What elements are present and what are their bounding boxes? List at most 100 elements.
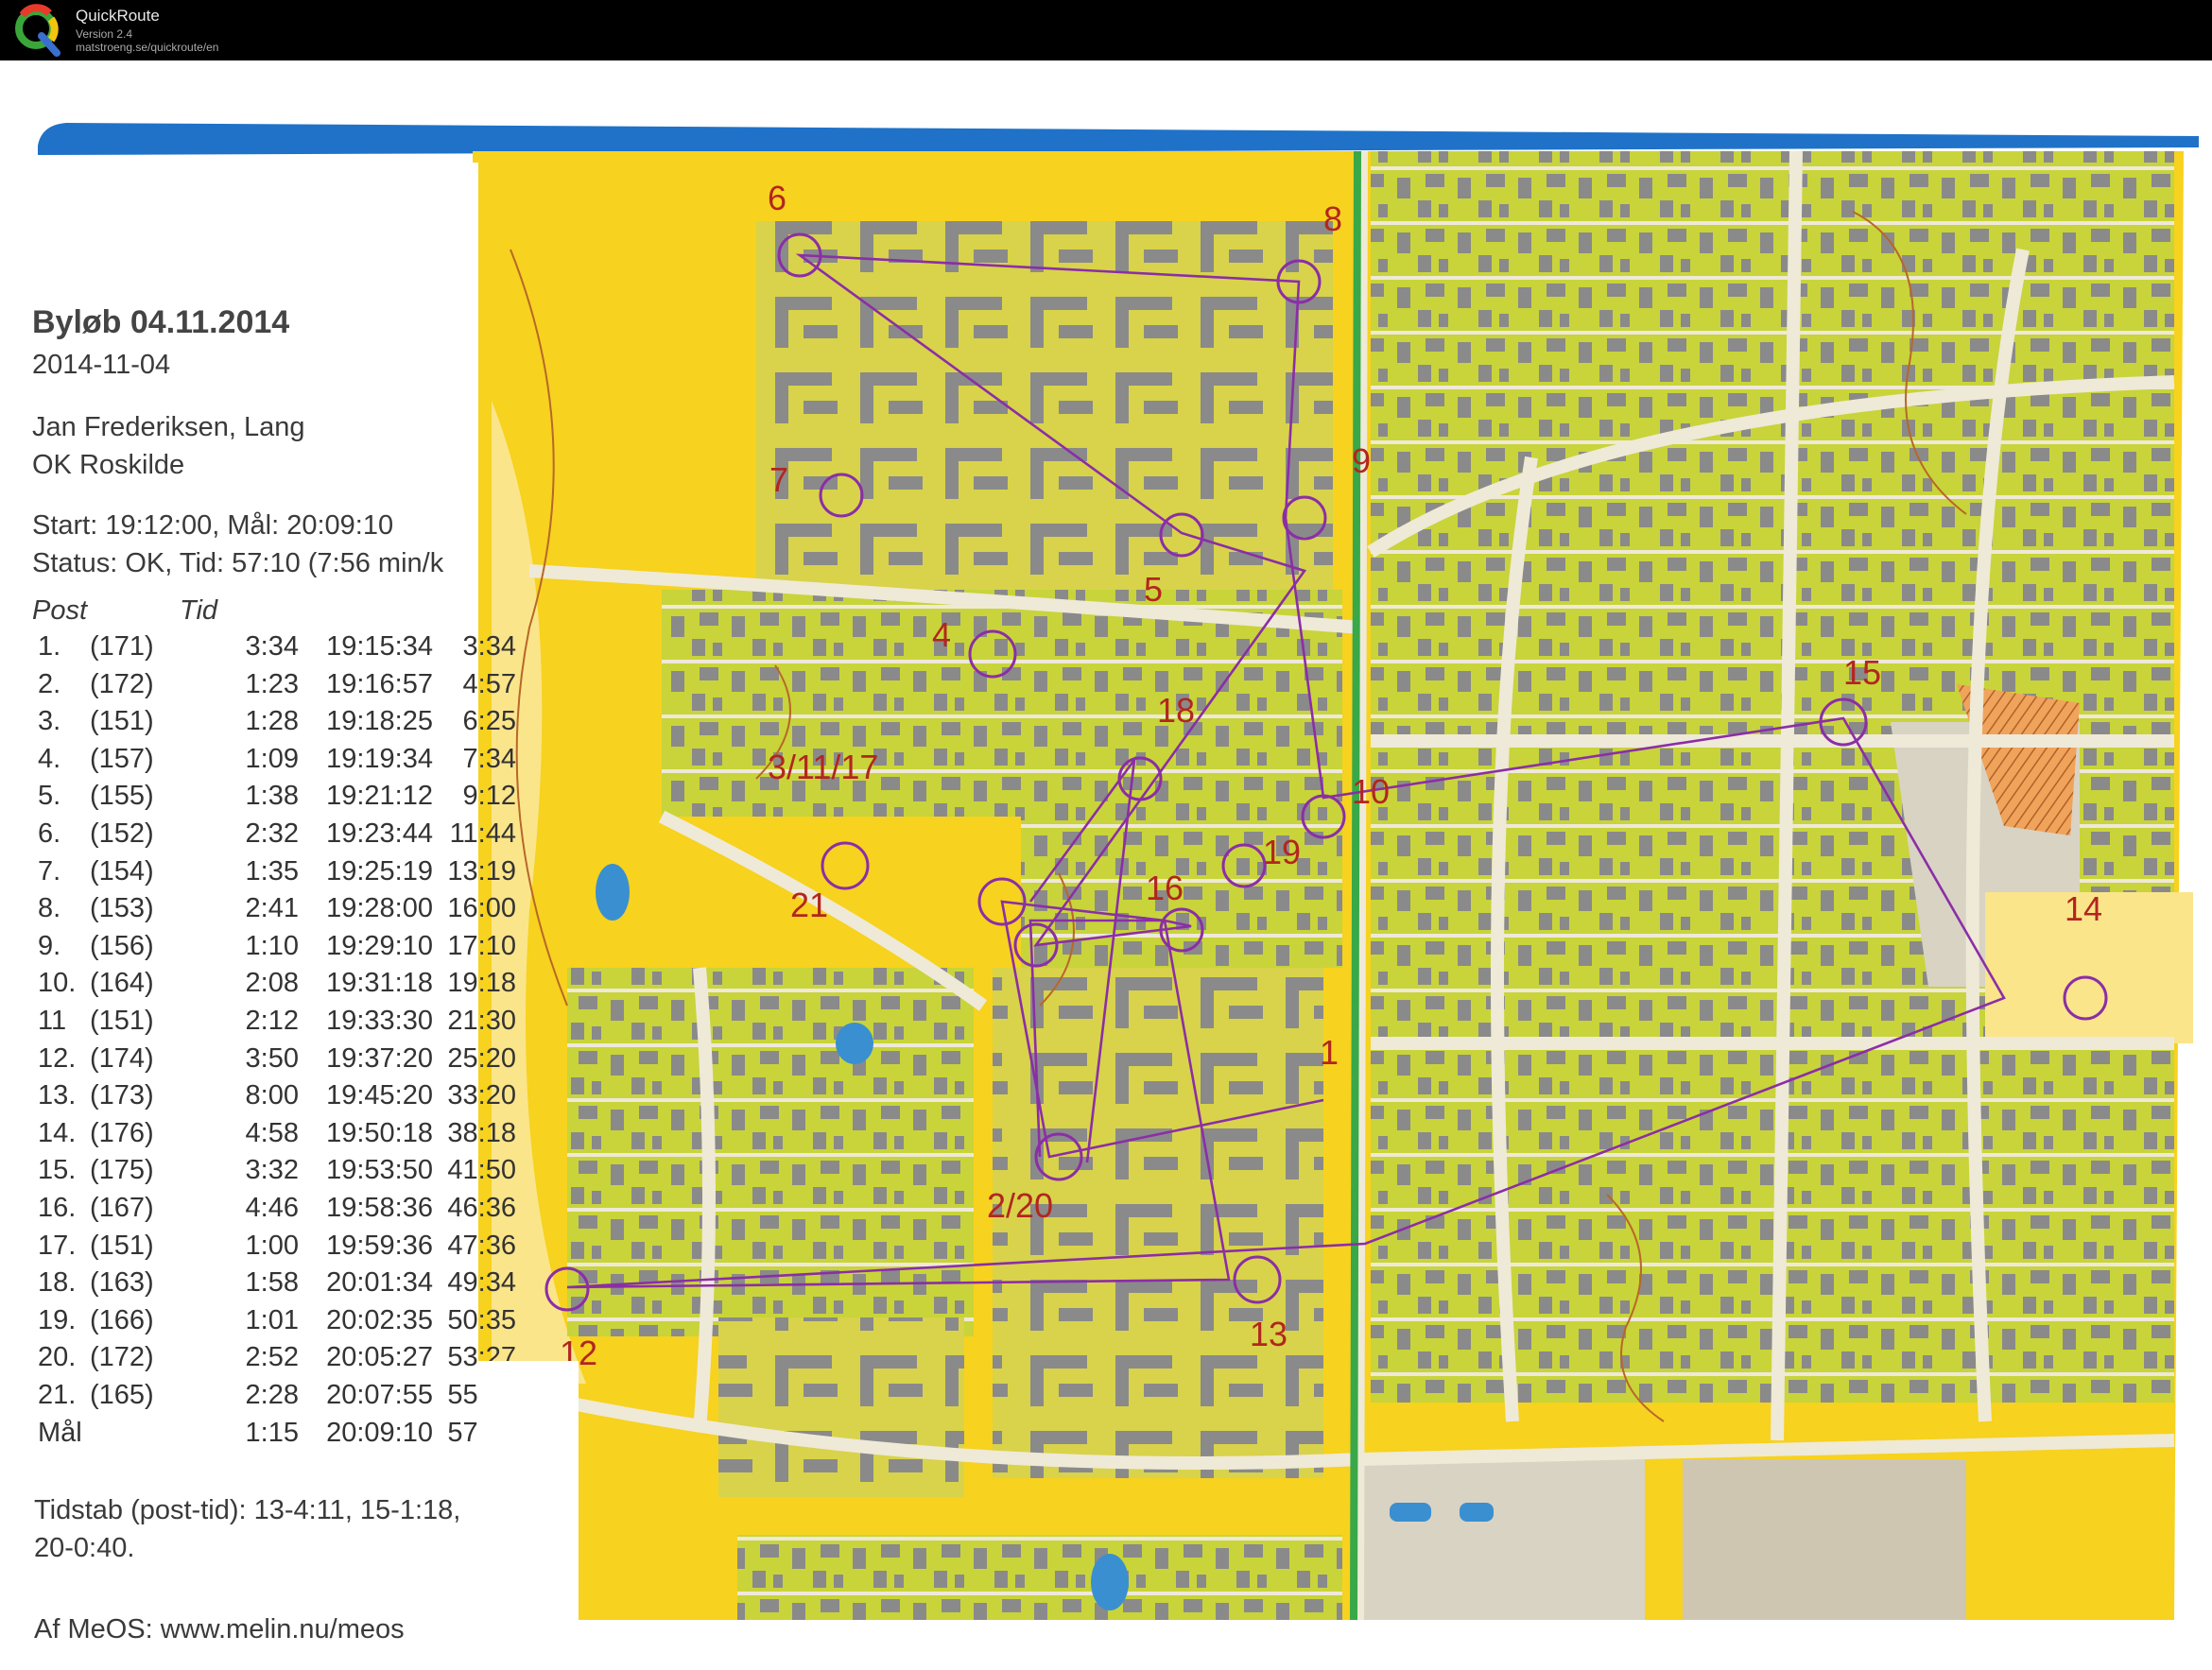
split-elapsed: 41:50 — [447, 1155, 516, 1186]
svg-text:1: 1 — [1320, 1033, 1339, 1072]
split-clock: 19:53:50 — [326, 1155, 433, 1186]
svg-text:8: 8 — [1323, 199, 1342, 238]
header-post: Post — [32, 595, 88, 626]
split-code: (151) — [90, 1006, 154, 1036]
split-code: (155) — [90, 781, 154, 812]
split-code: (151) — [90, 706, 154, 737]
split-clock: 19:28:00 — [326, 893, 433, 924]
split-code: (165) — [90, 1380, 154, 1410]
split-label: Mål — [38, 1417, 82, 1448]
split-label: 5. — [38, 781, 61, 812]
split-code: (151) — [90, 1230, 154, 1261]
split-label: 16. — [38, 1193, 77, 1223]
split-clock: 19:21:12 — [326, 781, 433, 812]
svg-text:16: 16 — [1146, 869, 1184, 907]
club-name: OK Roskilde — [32, 450, 185, 480]
split-label: 4. — [38, 743, 61, 774]
split-code: (172) — [90, 1342, 154, 1373]
split-label: 20. — [38, 1342, 77, 1373]
split-clock: 20:02:35 — [326, 1304, 433, 1335]
split-elapsed: 3:34 — [462, 631, 516, 662]
split-code: (172) — [90, 668, 154, 699]
app-version: Version 2.4 — [76, 27, 133, 41]
svg-text:14: 14 — [2065, 889, 2102, 928]
split-elapsed: 4:57 — [462, 668, 516, 699]
split-clock: 19:37:20 — [326, 1042, 433, 1074]
split-clock: 19:45:20 — [326, 1080, 433, 1111]
split-label: 11 — [38, 1006, 67, 1036]
split-elapsed: 46:36 — [447, 1193, 516, 1223]
split-label: 12. — [38, 1042, 77, 1074]
split-clock: 20:07:55 — [326, 1380, 433, 1410]
split-clock: 19:16:57 — [326, 668, 433, 699]
split-elapsed: 33:20 — [447, 1080, 516, 1111]
split-label: 9. — [38, 930, 61, 961]
split-clock: 19:59:36 — [326, 1230, 433, 1261]
split-code: (174) — [90, 1042, 154, 1074]
split-elapsed: 7:34 — [462, 743, 516, 774]
split-elapsed: 9:12 — [462, 781, 516, 812]
time-loss-line-2: 20-0:40. — [34, 1533, 135, 1563]
split-clock: 20:09:10 — [326, 1417, 433, 1448]
split-clock: 19:58:36 — [326, 1193, 433, 1223]
car-park — [1683, 1459, 1966, 1620]
split-label: 17. — [38, 1230, 77, 1261]
split-code: (176) — [90, 1117, 154, 1148]
split-clock: 20:05:27 — [326, 1342, 433, 1373]
status-line: Status: OK, Tid: 57:10 (7:56 min/k — [32, 548, 444, 578]
residential-north — [756, 221, 1333, 590]
split-clock: 19:25:19 — [326, 855, 433, 887]
split-clock: 19:33:30 — [326, 1006, 433, 1036]
split-elapsed: 17:10 — [447, 930, 516, 961]
split-code: (175) — [90, 1155, 154, 1186]
split-elapsed: 47:36 — [447, 1230, 516, 1261]
svg-text:3/11/17: 3/11/17 — [768, 748, 878, 786]
split-code: (152) — [90, 818, 154, 849]
split-elapsed: 6:25 — [462, 706, 516, 737]
panel-extension — [478, 1361, 579, 1670]
app-title: QuickRoute — [76, 7, 160, 25]
split-label: 3. — [38, 706, 61, 737]
split-code: (157) — [90, 743, 154, 774]
split-elapsed: 25:20 — [447, 1042, 516, 1074]
split-code: (156) — [90, 930, 154, 961]
meos-footer: Af MeOS: www.melin.nu/meos — [34, 1614, 405, 1644]
event-title: Byløb 04.11.2014 — [32, 304, 290, 340]
split-label: 6. — [38, 818, 61, 849]
split-elapsed: 21:30 — [447, 1006, 516, 1036]
svg-text:21: 21 — [790, 886, 828, 924]
split-elapsed: 13:19 — [447, 855, 516, 887]
split-code: (154) — [90, 855, 154, 887]
split-clock: 19:18:25 — [326, 706, 433, 737]
quickroute-logo-icon — [15, 4, 60, 57]
split-clock: 19:29:10 — [326, 930, 433, 961]
split-clock: 19:31:18 — [326, 968, 433, 999]
svg-text:4: 4 — [932, 615, 951, 654]
split-label: 15. — [38, 1155, 77, 1186]
split-label: 13. — [38, 1080, 77, 1111]
svg-text:5: 5 — [1144, 570, 1163, 609]
residential-southwest — [567, 968, 974, 1336]
split-label: 14. — [38, 1117, 77, 1148]
split-code: (153) — [90, 893, 154, 924]
split-label: 2. — [38, 668, 61, 699]
split-elapsed: 50:35 — [447, 1304, 516, 1335]
residential-far-south — [737, 1535, 1342, 1620]
split-elapsed: 19:18 — [447, 968, 516, 999]
split-elapsed: 11:44 — [449, 818, 516, 849]
svg-text:6: 6 — [768, 179, 786, 217]
app-url: matstroeng.se/quickroute/en — [76, 41, 219, 54]
split-code: (164) — [90, 968, 154, 999]
svg-text:18: 18 — [1157, 691, 1195, 730]
header-tid: Tid — [180, 595, 218, 626]
split-clock: 19:23:44 — [326, 818, 433, 849]
split-clock: 19:15:34 — [326, 631, 433, 662]
event-date: 2014-11-04 — [32, 350, 171, 380]
split-code: (171) — [90, 631, 154, 662]
title-bar: QuickRoute Version 2.4 matstroeng.se/qui… — [0, 0, 2212, 60]
split-label: 10. — [38, 968, 77, 999]
split-code: (163) — [90, 1267, 154, 1299]
split-label: 8. — [38, 893, 61, 924]
split-elapsed: 49:34 — [447, 1267, 516, 1299]
split-code: (173) — [90, 1080, 154, 1111]
